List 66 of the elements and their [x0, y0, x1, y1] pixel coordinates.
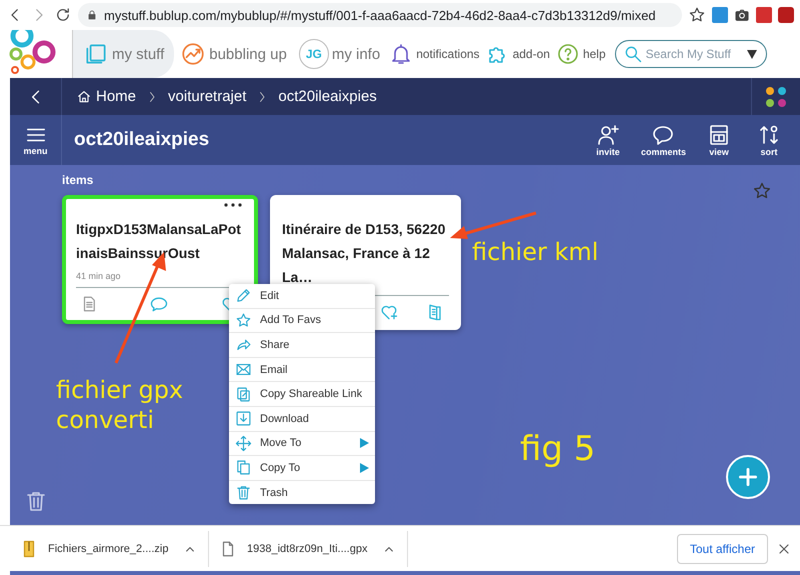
nav-tab[interactable]: add-on [482, 30, 553, 78]
star-icon[interactable] [752, 181, 772, 201]
bookmark-star-icon[interactable] [688, 6, 706, 24]
apps-icon[interactable] [765, 86, 787, 108]
comments-icon [651, 123, 676, 147]
menu-item[interactable]: Copy To [229, 456, 375, 481]
menu-item[interactable]: Move To [229, 432, 375, 456]
submenu-arrow-icon [360, 462, 369, 473]
trash-icon [235, 484, 252, 502]
download-icon [235, 410, 252, 428]
avatar: JG [298, 39, 329, 69]
breadcrumb-link[interactable]: oct20ileaixpies [278, 88, 377, 105]
card-title: Itinéraire de D153, 56220 Malansac, France à 12 La… [282, 220, 446, 287]
layout-icon [707, 123, 731, 147]
copy-icon [235, 459, 252, 476]
menu-item[interactable]: Edit [229, 284, 375, 309]
nav-tab[interactable]: my stuff [72, 30, 174, 78]
nav-tab[interactable]: notifications [386, 30, 483, 78]
url-text: mystuff.bublup.com/mybublup/#/mystuff/001-f-aaa6aacd-72b4-46d2-8aa4-c7d3b13312d9/mixed [104, 8, 656, 22]
invite-button[interactable]: invite [584, 122, 631, 158]
menu-item[interactable]: Share [229, 333, 375, 358]
menu-item[interactable]: Copy Shareable Link [229, 382, 375, 407]
nav-tab[interactable]: JG my info [292, 30, 386, 78]
menu-item[interactable]: Download [229, 406, 375, 432]
annotation-text: fichier gpx converti [56, 375, 184, 435]
nav-tab[interactable]: bubbling up [174, 30, 293, 78]
star-icon [235, 312, 252, 329]
show-all-button[interactable]: Tout afficher [676, 534, 768, 564]
camera-icon[interactable] [734, 7, 750, 23]
breadcrumb-link[interactable]: Home [76, 88, 136, 105]
annotation-text: fichier kml [472, 237, 598, 267]
file-chip[interactable]: 1938_idt8rz09n_Iti....gpx [219, 530, 408, 566]
lock-icon [86, 9, 98, 21]
item-card[interactable]: ItigpxD153MalansaLaPotinaisBainssurOust 41 min ago [62, 195, 258, 324]
add-button[interactable] [726, 455, 770, 499]
menu-item[interactable]: Email [229, 358, 375, 382]
sort-button[interactable]: sort [746, 122, 792, 158]
reload-icon[interactable] [54, 6, 72, 24]
person-plus-icon [596, 123, 620, 147]
more-icon[interactable] [224, 203, 242, 207]
folder-title: oct20ileaixpies [73, 129, 210, 151]
breadcrumb-link[interactable]: voituretrajet [168, 88, 246, 105]
annotation-text: fig 5 [520, 429, 596, 469]
search-field[interactable]: Search My Stuff [614, 40, 767, 68]
address-bar[interactable]: mystuff.bublup.com/mybublup/#/mystuff/001-f-aaa6aacd-72b4-46d2-8aa4-c7d3b13312d9/mixed [78, 3, 682, 27]
move-arrows-icon [235, 434, 252, 452]
pencil-icon [235, 287, 252, 304]
help-icon [556, 42, 580, 66]
comments-button[interactable]: comments [634, 122, 692, 158]
view-button[interactable]: view [696, 122, 742, 158]
submenu-arrow-icon [360, 438, 369, 448]
card-title: ItigpxD153MalansaLaPotinaisBainssurOust [76, 220, 242, 263]
card-timestamp: 41 min ago [76, 271, 122, 281]
dropdown-icon[interactable] [746, 50, 757, 59]
file-chip[interactable]: Fichiers_airmore_2....zip [20, 530, 209, 566]
menu-item[interactable]: Add To Favs [229, 308, 375, 334]
file-name: 1938_idt8rz09n_Iti....gpx [247, 542, 368, 554]
home-icon [76, 88, 92, 104]
extension-icon[interactable] [778, 7, 794, 23]
menu-item[interactable]: Trash [229, 480, 375, 504]
copy-link-icon [235, 386, 252, 403]
trend-icon [180, 41, 206, 67]
section-label: items [62, 173, 94, 187]
search-icon [622, 44, 643, 64]
nav-tab[interactable]: help [552, 30, 609, 78]
file-name: Fichiers_airmore_2....zip [48, 542, 170, 554]
